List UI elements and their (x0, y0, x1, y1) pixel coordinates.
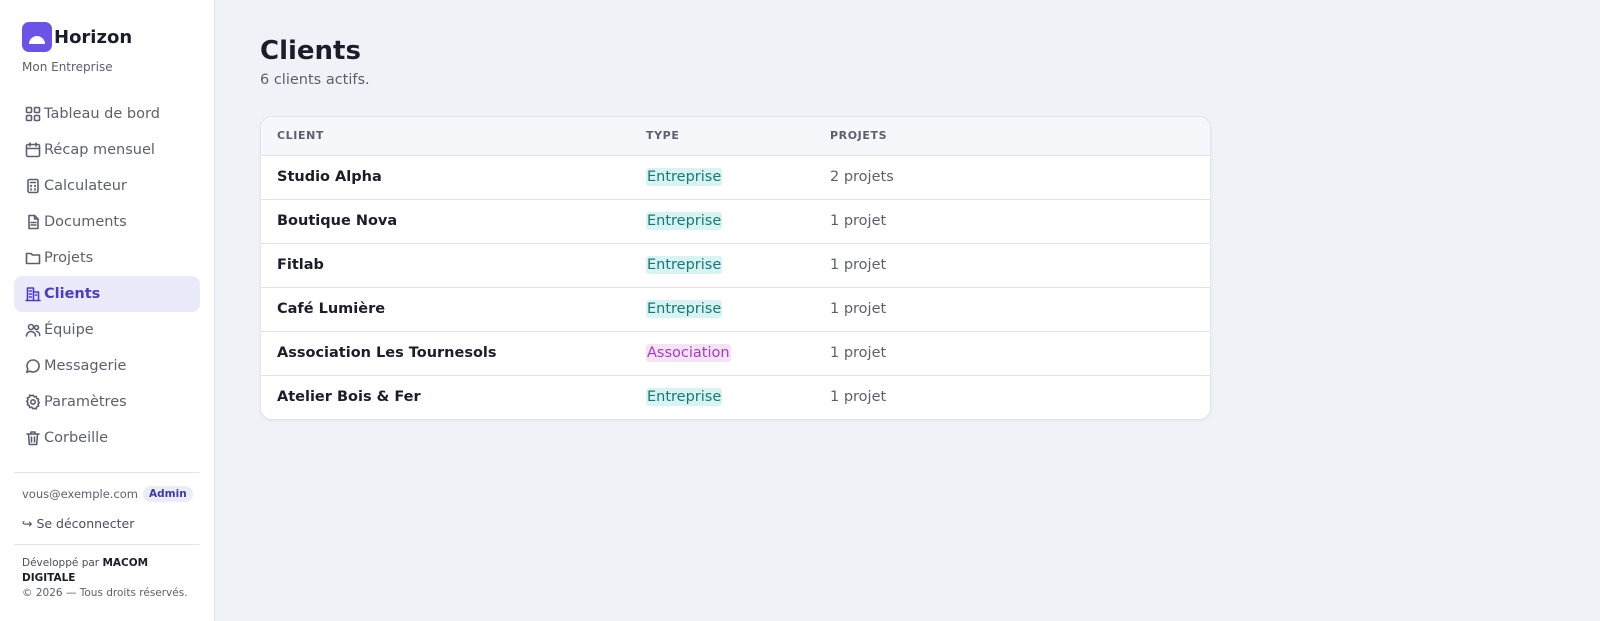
company-name: Mon Entreprise (22, 60, 113, 74)
main-content: Clients 6 clients actifs. CLIENT TYPE PR… (215, 0, 1600, 621)
column-header-projects[interactable]: PROJETS (814, 117, 1210, 156)
sidebar-item-messagerie[interactable]: Messagerie (14, 348, 200, 384)
sidebar-item-label: Tableau de bord (44, 106, 160, 122)
sidebar: Horizon Mon Entreprise Tableau de bord R… (0, 0, 215, 621)
gear-icon (24, 393, 42, 411)
sidebar-item-label: Équipe (44, 322, 94, 338)
project-count: 1 projet (830, 301, 887, 317)
sidebar-item-projets[interactable]: Projets (14, 240, 200, 276)
table-row[interactable]: Atelier Bois & Fer Entreprise 1 projet (261, 375, 1210, 419)
column-header-client[interactable]: CLIENT (261, 117, 630, 156)
project-count: 1 projet (830, 213, 887, 229)
sidebar-item-label: Récap mensuel (44, 142, 155, 158)
table-header-row: CLIENT TYPE PROJETS (261, 117, 1210, 156)
project-count: 2 projets (830, 169, 894, 185)
credits: Développé par MACOM DIGITALE © 2026 — To… (14, 545, 200, 601)
client-name: Association Les Tournesols (277, 345, 497, 361)
page-subtitle: 6 clients actifs. (260, 72, 370, 88)
client-name: Boutique Nova (277, 213, 398, 229)
table-row[interactable]: Fitlab Entreprise 1 projet (261, 243, 1210, 287)
horizon-logo-icon (22, 22, 52, 52)
table-row[interactable]: Café Lumière Entreprise 1 projet (261, 287, 1210, 331)
developed-by-label: Développé par (22, 557, 100, 569)
sidebar-item-label: Paramètres (44, 394, 127, 410)
sidebar-item-tableau-de-bord[interactable]: Tableau de bord (14, 96, 200, 132)
type-badge: Entreprise (646, 300, 723, 318)
client-name: Atelier Bois & Fer (277, 389, 421, 406)
folder-icon (24, 249, 42, 267)
project-count: 1 projet (830, 389, 887, 406)
type-badge: Entreprise (646, 212, 723, 230)
sidebar-item-label: Corbeille (44, 430, 109, 446)
type-badge: Entreprise (646, 256, 723, 274)
type-badge: Association (646, 344, 731, 362)
table-row[interactable]: Studio Alpha Entreprise 2 projets (261, 155, 1210, 199)
sidebar-item-recap-mensuel[interactable]: Récap mensuel (14, 132, 200, 168)
sidebar-item-parametres[interactable]: Paramètres (14, 384, 200, 420)
brand[interactable]: Horizon (14, 22, 200, 52)
logout-button[interactable]: ↪ Se déconnecter (22, 516, 192, 531)
sidebar-item-label: Projets (44, 250, 94, 266)
clients-table-card: CLIENT TYPE PROJETS Studio Alpha Entrepr… (260, 116, 1211, 420)
table-row[interactable]: Boutique Nova Entreprise 1 projet (261, 199, 1210, 243)
user-row: vous@exemple.com Admin (22, 486, 193, 502)
type-badge: Entreprise (646, 168, 723, 186)
client-name: Fitlab (277, 257, 324, 273)
building-icon (24, 285, 42, 303)
sidebar-item-equipe[interactable]: Équipe (14, 312, 200, 348)
sidebar-item-corbeille[interactable]: Corbeille (14, 420, 200, 456)
trash-icon (24, 429, 42, 447)
copyright: © 2026 — Tous droits réservés. (22, 587, 188, 599)
calculator-icon (24, 177, 42, 195)
sidebar-item-label: Messagerie (44, 358, 127, 374)
sidebar-item-label: Calculateur (44, 178, 127, 194)
account-section: vous@exemple.com Admin ↪ Se déconnecter (14, 473, 200, 531)
sidebar-item-documents[interactable]: Documents (14, 204, 200, 240)
calendar-icon (24, 141, 42, 159)
client-name: Studio Alpha (277, 169, 382, 185)
user-email: vous@exemple.com (22, 487, 139, 501)
dashboard-grid-icon (24, 105, 42, 123)
client-name: Café Lumière (277, 301, 386, 317)
sidebar-item-label: Clients (44, 286, 101, 302)
document-icon (24, 213, 42, 231)
project-count: 1 projet (830, 345, 887, 361)
column-header-type[interactable]: TYPE (630, 117, 814, 156)
brand-name: Horizon (54, 26, 133, 48)
sidebar-item-clients[interactable]: Clients (14, 276, 200, 312)
users-icon (24, 321, 42, 339)
sidebar-nav: Tableau de bord Récap mensuel Calculateu… (14, 96, 200, 456)
role-badge: Admin (143, 486, 193, 502)
sidebar-item-label: Documents (44, 214, 127, 230)
clients-table: CLIENT TYPE PROJETS Studio Alpha Entrepr… (261, 117, 1210, 419)
type-badge: Entreprise (646, 388, 723, 407)
message-icon (24, 357, 42, 375)
page-title: Clients (260, 36, 361, 66)
project-count: 1 projet (830, 257, 887, 273)
sidebar-item-calculateur[interactable]: Calculateur (14, 168, 200, 204)
table-row[interactable]: Association Les Tournesols Association 1… (261, 331, 1210, 375)
